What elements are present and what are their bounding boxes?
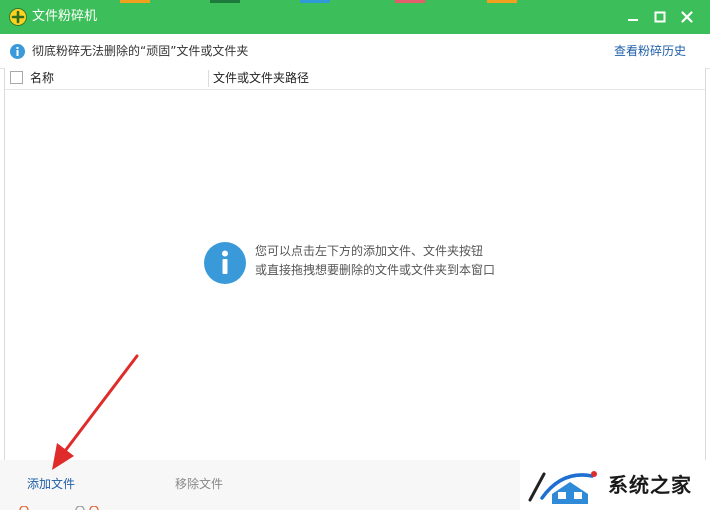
file-shredder-window: 文件粉碎机 彻底粉碎无法删除的“顽固”文件或文件夹 查看粉碎历史 名称 文件或文… — [0, 0, 710, 510]
select-all-checkbox[interactable] — [10, 71, 23, 84]
top-strip-blue — [300, 0, 330, 3]
info-bar: 彻底粉碎无法删除的“顽固”文件或文件夹 查看粉碎历史 — [0, 34, 710, 69]
remove-file-button[interactable]: 移除文件 — [175, 476, 223, 492]
shredder-app-icon — [9, 8, 27, 26]
info-icon — [204, 242, 246, 284]
title-bar: 文件粉碎机 — [0, 0, 710, 34]
column-header-path[interactable]: 文件或文件夹路径 — [213, 70, 309, 86]
watermark-text: 系统之家 — [608, 473, 692, 497]
top-strip-darkgreen — [210, 0, 240, 3]
watermark: 系统之家 — [520, 460, 710, 510]
view-shred-history-link[interactable]: 查看粉碎历史 — [614, 43, 686, 59]
close-icon[interactable] — [676, 6, 698, 28]
bottom-edge-icons — [19, 506, 99, 510]
add-file-button[interactable]: 添加文件 — [27, 476, 75, 492]
column-divider[interactable] — [208, 70, 209, 87]
file-list-header: 名称 文件或文件夹路径 — [4, 68, 706, 90]
arrow-shaft — [60, 354, 139, 457]
info-icon — [10, 44, 25, 59]
top-strip-red — [395, 0, 425, 3]
window-title: 文件粉碎机 — [32, 9, 98, 24]
empty-hint-line-2: 或直接拖拽想要删除的文件或文件夹到本窗口 — [255, 263, 496, 277]
column-header-name[interactable]: 名称 — [30, 70, 54, 86]
minimize-icon[interactable] — [622, 6, 644, 28]
list-border-right — [705, 68, 706, 460]
maximize-icon[interactable] — [649, 6, 671, 28]
top-strip-orange-2 — [487, 0, 517, 3]
list-border-left — [4, 68, 5, 460]
top-strip-orange — [120, 0, 150, 3]
info-bar-text: 彻底粉碎无法删除的“顽固”文件或文件夹 — [32, 44, 249, 58]
empty-hint-line-1: 您可以点击左下方的添加文件、文件夹按钮 — [255, 244, 484, 258]
watermark-logo-icon — [528, 471, 597, 504]
